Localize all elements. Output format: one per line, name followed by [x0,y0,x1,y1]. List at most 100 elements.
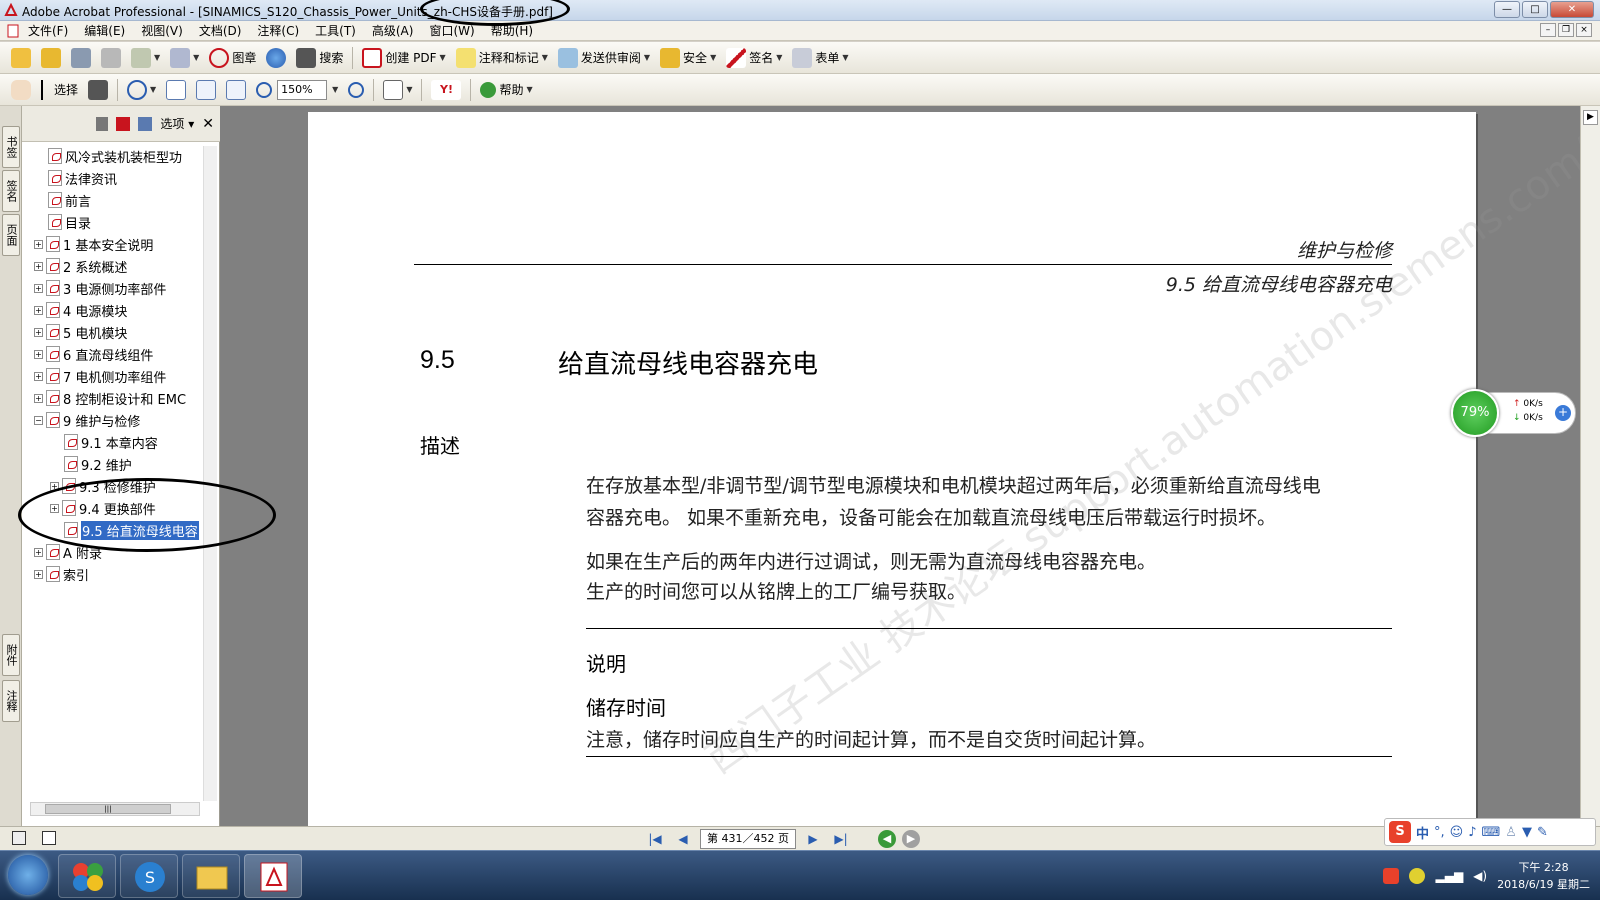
taskbar-app-acrobat[interactable] [244,854,302,898]
send-review-button[interactable]: 发送供审阅 ▼ [553,45,655,71]
menu-file[interactable]: 文件(F) [20,22,76,39]
volume-icon[interactable]: ◀) [1473,869,1487,883]
punctuation-icon[interactable]: °, [1434,825,1445,840]
expand-icon[interactable]: + [34,327,43,337]
taskbar-app-sogou[interactable]: S [120,854,178,898]
ime-mode[interactable]: 中 [1416,823,1429,842]
web-button[interactable] [261,45,291,71]
expand-icon[interactable]: + [34,569,43,579]
maximize-button[interactable]: □ [1522,1,1548,18]
organizer-button[interactable]: ▼ [126,45,165,71]
zoom-input[interactable]: 150% [277,79,328,100]
create-pdf-button[interactable]: 创建 PDF ▼ [357,45,450,71]
expand-icon[interactable]: + [34,261,43,271]
scroll-thumb[interactable]: ||| [45,804,171,814]
expand-icon[interactable]: + [34,547,43,557]
bookmark-item[interactable]: 风冷式装机装柜型功 [48,146,182,166]
menu-document[interactable]: 文档(D) [191,22,250,39]
first-page-button[interactable]: |◀ [644,830,666,848]
close-panel-icon[interactable]: ✕ [202,116,214,132]
bookmark-item[interactable]: +3 电源侧功率部件 [34,278,166,298]
go-back-button[interactable]: ◀ [878,830,896,848]
menu-view[interactable]: 视图(V) [133,22,191,39]
layout-continuous-icon[interactable] [42,831,56,845]
bookmark-item[interactable]: +5 电机模块 [34,322,127,342]
open-web-button[interactable] [36,45,66,71]
stamp-button[interactable]: 图章 [204,45,261,71]
sign-button[interactable]: 签名 ▼ [721,45,787,71]
expand-icon[interactable]: + [34,305,43,315]
bookmark-item[interactable]: +1 基本安全说明 [34,234,153,254]
options-menu[interactable]: 选项 ▾ [160,115,194,132]
bookmark-item[interactable]: +6 直流母线组件 [34,344,153,364]
help-button[interactable]: 帮助 ▼ [475,77,537,103]
open-button[interactable] [6,45,36,71]
expand-icon[interactable]: + [34,283,43,293]
fit-page-button[interactable] [191,77,221,103]
doc-minimize-button[interactable]: – [1540,23,1556,37]
collapse-icon[interactable]: − [34,415,43,425]
layout-single-icon[interactable] [12,831,26,845]
zoom-in-tool-button[interactable]: ▼ [122,77,161,103]
close-button[interactable]: ✕ [1550,1,1594,18]
shirt-icon[interactable]: ▼ [1522,825,1532,840]
bookmark-item[interactable]: 目录 [48,212,91,232]
wrench-icon[interactable]: ✎ [1537,825,1548,840]
forms-button[interactable]: 表单 ▼ [787,45,853,71]
print-button[interactable] [96,45,126,71]
menu-advanced[interactable]: 高级(A) [364,22,422,39]
taskbar-app-explorer[interactable] [182,854,240,898]
document-vertical-scrollbar[interactable]: ▶ [1580,106,1600,826]
tab-comments[interactable]: 注释 [2,680,20,722]
last-page-button[interactable]: ▶| [830,830,852,848]
tab-bookmarks[interactable]: 书签 [2,126,20,168]
snapshot-button[interactable] [83,77,113,103]
attach-button[interactable]: ▼ [165,45,204,71]
tab-signatures[interactable]: 签名 [2,170,20,212]
go-forward-button[interactable]: ▶ [902,830,920,848]
ime-toolbar[interactable]: S 中 °, ☺ ♪ ⌨ ♙ ▼ ✎ [1384,818,1596,846]
taskbar-app-pinwheel[interactable] [58,854,116,898]
menu-comments[interactable]: 注释(C) [249,22,307,39]
bookmark-item[interactable]: + 索引 [34,564,89,584]
trash-icon[interactable] [96,116,109,131]
actual-size-button[interactable] [161,77,191,103]
keyboard-icon[interactable]: ⌨ [1482,825,1501,840]
microphone-icon[interactable]: ♪ [1468,825,1476,840]
bookmark-item[interactable]: 法律资讯 [48,168,117,188]
tab-attachments[interactable]: 附件 [2,634,20,676]
prev-page-button[interactable]: ◀ [672,830,694,848]
comment-markup-button[interactable]: 注释和标记 ▼ [451,45,553,71]
user-icon[interactable]: ♙ [1505,825,1517,840]
expand-bookmark-icon[interactable] [138,116,153,131]
bookmark-item[interactable]: +7 电机侧功率组件 [34,366,166,386]
bookmarks-vertical-scrollbar[interactable] [203,146,217,801]
menu-tools[interactable]: 工具(T) [307,22,364,39]
doc-close-button[interactable]: × [1576,23,1592,37]
expand-icon[interactable]: + [34,393,43,403]
clock[interactable]: 下午 2:28 2018/6/19 星期二 [1497,859,1590,893]
minimize-button[interactable]: — [1494,1,1520,18]
plus-tray-icon[interactable] [1409,868,1426,884]
tab-pages[interactable]: 页面 [2,214,20,256]
save-button[interactable] [66,45,96,71]
emoji-icon[interactable]: ☺ [1450,825,1464,840]
doc-restore-button[interactable]: ❐ [1558,23,1574,37]
bookmark-item[interactable]: − 9 维护与检修 [34,410,140,430]
expand-icon[interactable]: + [34,239,43,249]
zoom-in-button[interactable] [343,77,369,103]
bookmark-item[interactable]: 前言 [48,190,91,210]
zoom-dropdown[interactable]: ▼ [327,77,343,103]
next-page-button[interactable]: ▶ [802,830,824,848]
rotate-view-button[interactable]: ▼ [378,77,417,103]
network-speed-widget[interactable]: 79% ↑ 0K/s ↓ 0K/s + [1451,389,1576,437]
secure-button[interactable]: 安全 ▼ [655,45,721,71]
expand-icon[interactable]: + [34,371,43,381]
sogou-tray-icon[interactable] [1383,868,1400,884]
fit-width-button[interactable] [221,77,251,103]
network-icon[interactable]: ▂▄▆ [1435,869,1463,883]
start-button[interactable] [8,855,48,895]
bookmark-item[interactable]: +4 电源模块 [34,300,127,320]
hand-tool-button[interactable] [6,77,36,103]
expand-icon[interactable]: + [34,349,43,359]
